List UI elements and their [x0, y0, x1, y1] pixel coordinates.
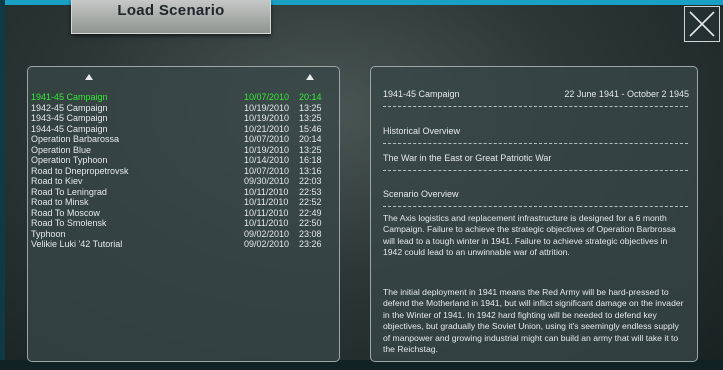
scenario-list-item[interactable]: Road to Dnepropetrovsk 10/07/2010 13:16 [31, 166, 331, 177]
scenario-name: Road To Leningrad [31, 186, 107, 197]
scenario-list-item[interactable]: Road to Minsk 10/11/2010 22:52 [31, 197, 331, 208]
divider [383, 170, 688, 171]
scenario-list-item[interactable]: 1944-45 Campaign 10/21/2010 15:46 [31, 124, 331, 135]
scenario-time: 15:46 [299, 123, 322, 134]
scenario-name: Road to Kiev [31, 176, 83, 186]
scenario-list-item[interactable]: Operation Typhoon 10/14/2010 16:18 [31, 155, 331, 166]
scenario-time: 22:49 [299, 207, 322, 218]
scenario-time: 13:16 [299, 165, 322, 176]
scenario-time: 22:53 [299, 186, 322, 197]
scenario-list-item[interactable]: 1941-45 Campaign 10/07/2010 20:14 [31, 92, 331, 103]
scenario-overview-heading: Scenario Overview [383, 189, 459, 199]
scenario-time: 20:14 [299, 92, 322, 102]
scenario-date: 10/21/2010 [244, 123, 290, 134]
scenario-date: 10/11/2010 [244, 218, 289, 228]
divider [383, 106, 688, 107]
scenario-time: 22:50 [299, 218, 322, 228]
scenario-name: Road to Minsk [31, 197, 89, 207]
scenario-date: 10/11/2010 [244, 186, 289, 197]
scenario-date: 10/11/2010 [244, 197, 289, 207]
scenario-list-item[interactable]: Operation Barbarossa 10/07/2010 20:14 [31, 134, 331, 145]
scenario-name: 1941-45 Campaign [31, 92, 108, 102]
scenario-name: Road To Smolensk [31, 218, 107, 228]
scenario-list-item[interactable]: Road To Smolensk 10/11/2010 22:50 [31, 218, 331, 229]
scenario-date: 10/19/2010 [244, 144, 290, 155]
sort-name-arrow-up-icon[interactable] [85, 74, 93, 80]
scenario-name: Road To Moscow [31, 207, 100, 218]
scenario-list-item[interactable]: Road To Moscow 10/11/2010 22:49 [31, 208, 331, 219]
divider [383, 143, 688, 144]
scenario-date: 10/07/2010 [244, 165, 290, 176]
scenario-list-item[interactable]: 1942-45 Campaign 10/19/2010 13:25 [31, 103, 331, 114]
scenario-date: 10/19/2010 [244, 113, 290, 123]
scenario-date-range: 22 June 1941 - October 2 1945 [564, 89, 689, 99]
scenario-list-item[interactable]: Velikie Luki '42 Tutorial 09/02/2010 23:26 [31, 239, 331, 250]
scenario-name: Velikie Luki '42 Tutorial [31, 239, 123, 249]
window-left-border [0, 0, 5, 370]
scenario-date: 10/14/2010 [244, 155, 290, 165]
scenario-date: 10/07/2010 [244, 134, 290, 144]
scenario-overview-paragraph-1: The Axis logistics and replacement infra… [383, 213, 676, 258]
scenario-name: 1943-45 Campaign [31, 113, 108, 123]
scenario-list: 1941-45 Campaign 10/07/2010 20:14 1942-45 C… [31, 92, 331, 250]
scenario-name: Operation Barbarossa [31, 134, 120, 144]
scenario-name: 1944-45 Campaign [31, 123, 108, 134]
scenario-time: 23:26 [299, 239, 322, 249]
scenario-list-item[interactable]: Operation Blue 10/19/2010 13:25 [31, 145, 331, 156]
scenario-time: 23:08 [299, 228, 322, 239]
scenario-name: Road to Dnepropetrovsk [31, 165, 129, 176]
load-scenario-button[interactable]: Load Scenario [71, 0, 271, 34]
scenario-date: 10/11/2010 [244, 207, 289, 218]
scenario-overview-paragraph-2: The initial deployment in 1941 means the… [383, 287, 684, 355]
scenario-time: 13:25 [299, 144, 322, 155]
scenario-list-item[interactable]: Road To Leningrad 10/11/2010 22:53 [31, 187, 331, 198]
scenario-name: Typhoon [31, 228, 66, 239]
scenario-details-panel: 1941-45 Campaign 22 June 1941 - October … [370, 66, 698, 362]
scenario-date: 09/02/2010 [244, 239, 290, 249]
scenario-list-item[interactable]: Typhoon 09/02/2010 23:08 [31, 229, 331, 240]
scenario-list-item[interactable]: 1943-45 Campaign 10/19/2010 13:25 [31, 113, 331, 124]
scenario-time: 13:25 [299, 102, 322, 113]
close-icon [689, 11, 715, 37]
scenario-time: 16:18 [299, 155, 322, 165]
sort-date-arrow-up-icon[interactable] [306, 74, 314, 80]
scenario-time: 22:03 [299, 176, 322, 186]
scenario-date: 10/07/2010 [244, 92, 290, 102]
scenario-time: 22:52 [299, 197, 322, 207]
scenario-name: 1942-45 Campaign [31, 102, 108, 113]
historical-overview-text: The War in the East or Great Patriotic W… [383, 153, 552, 163]
scenario-time: 20:14 [299, 134, 322, 144]
divider [383, 206, 688, 207]
scenario-list-panel: 1941-45 Campaign 10/07/2010 20:14 1942-45 C… [27, 66, 340, 362]
scenario-name: Operation Blue [31, 144, 92, 155]
scenario-date: 09/30/2010 [244, 176, 290, 186]
historical-overview-heading: Historical Overview [383, 126, 461, 136]
scenario-date: 10/19/2010 [244, 102, 290, 113]
close-button[interactable] [684, 6, 720, 42]
scenario-name: Operation Typhoon [31, 155, 108, 165]
scenario-list-item[interactable]: Road to Kiev 09/30/2010 22:03 [31, 176, 331, 187]
scenario-date: 09/02/2010 [244, 228, 290, 239]
scenario-time: 13:25 [299, 113, 322, 123]
